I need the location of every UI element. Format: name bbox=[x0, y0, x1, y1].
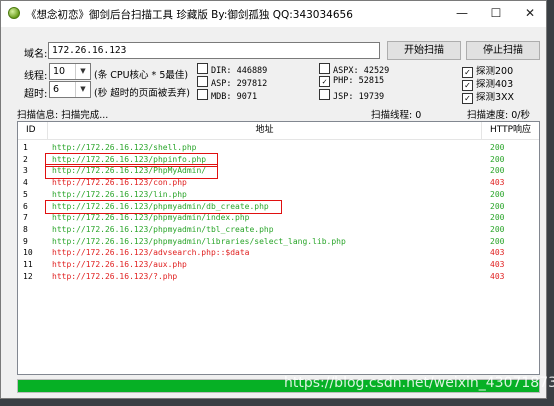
row-url: http://172.26.16.123/advsearch.php::$dat… bbox=[52, 248, 250, 258]
row-http-code: 200 bbox=[490, 213, 505, 223]
row-id: 8 bbox=[23, 224, 28, 234]
scan-threads: 扫描线程: 0 bbox=[371, 110, 422, 121]
row-url: http://172.26.16.123/phpmyadmin/index.ph… bbox=[52, 213, 250, 223]
dict-dir-checkbox[interactable]: DIR: 446889 bbox=[197, 63, 267, 76]
row-http-code: 403 bbox=[490, 260, 505, 269]
window-title: 《想念初恋》御剑后台扫描工具 珍藏版 By:御剑孤独 QQ:343034656 bbox=[26, 9, 353, 21]
row-id: 12 bbox=[23, 271, 33, 281]
threads-value: 10 bbox=[53, 66, 66, 77]
row-url: http://172.26.16.123/phpmyadmin/librarie… bbox=[52, 236, 346, 246]
threads-select[interactable]: 10 ▼ bbox=[49, 63, 91, 80]
row-id: 5 bbox=[23, 189, 28, 199]
column-header-http-response[interactable]: HTTP响应 bbox=[482, 122, 539, 139]
checkbox-box-asp bbox=[197, 76, 208, 87]
row-id: 2 bbox=[23, 154, 28, 164]
timeout-select[interactable]: 6 ▼ bbox=[49, 81, 91, 98]
dict-asp-checkbox[interactable]: ASP: 297812 bbox=[197, 76, 267, 89]
table-row[interactable]: 12 http://172.26.16.123/?.php 403 bbox=[18, 271, 539, 282]
title-bar: 《想念初恋》御剑后台扫描工具 珍藏版 By:御剑孤独 QQ:343034656 … bbox=[1, 1, 546, 27]
watermark-text: https://blog.csdn.net/weixin_43071873 bbox=[284, 375, 554, 391]
maximize-button[interactable]: ☐ bbox=[481, 3, 511, 23]
stop-scan-button[interactable]: 停止扫描 bbox=[466, 41, 540, 60]
scan-info: 扫描信息: 扫描完成... bbox=[17, 110, 109, 121]
table-row[interactable]: 10 http://172.26.16.123/advsearch.php::$d… bbox=[18, 247, 539, 258]
checkmark-icon: ✓ bbox=[462, 93, 473, 104]
row-http-code: 200 bbox=[490, 189, 505, 199]
results-table[interactable]: ID 地址 HTTP响应 1 http://172.26.16.123/shell… bbox=[17, 121, 540, 375]
row-http-code: 403 bbox=[490, 178, 505, 188]
checkbox-box-mdb bbox=[197, 89, 208, 100]
close-button[interactable]: ✕ bbox=[515, 3, 545, 23]
row-http-code: 200 bbox=[490, 224, 505, 234]
row-id: 1 bbox=[23, 143, 28, 152]
table-row[interactable]: 7 http://172.26.16.123/phpmyadmin/index.p… bbox=[18, 212, 539, 223]
row-http-code: 200 bbox=[490, 236, 505, 246]
table-row[interactable]: 5 http://172.26.16.123/lin.php 200 bbox=[18, 189, 539, 200]
scan-speed: 扫描速度: 0/秒 bbox=[467, 110, 530, 121]
domain-input[interactable]: 172.26.16.123 bbox=[48, 42, 380, 59]
table-row[interactable]: 4 http://172.26.16.123/con.php 403 bbox=[18, 177, 539, 188]
threads-hint: (条 CPU核心 * 5最佳) bbox=[94, 70, 189, 81]
timeout-label: 超时: bbox=[24, 89, 48, 100]
checkbox-box-dir bbox=[197, 63, 208, 74]
row-url: http://172.26.16.123/shell.php bbox=[52, 143, 197, 152]
row-http-code: 200 bbox=[490, 166, 505, 176]
timeout-hint: (秒 超时的页面被丢弃) bbox=[94, 88, 190, 99]
app-icon bbox=[8, 7, 20, 19]
row-id: 4 bbox=[23, 178, 28, 188]
probe-3xx-checkbox[interactable]: ✓ 探测3XX bbox=[462, 89, 514, 104]
table-row[interactable]: 11 http://172.26.16.123/aux.php 403 bbox=[18, 259, 539, 270]
row-url: http://172.26.16.123/aux.php bbox=[52, 260, 187, 269]
chevron-down-icon: ▼ bbox=[75, 64, 90, 79]
start-scan-button[interactable]: 开始扫描 bbox=[387, 41, 461, 60]
table-row[interactable]: 9 http://172.26.16.123/phpmyadmin/librari… bbox=[18, 236, 539, 247]
row-id: 9 bbox=[23, 236, 28, 246]
dict-php-checkbox[interactable]: ✓ PHP: 52815 bbox=[319, 76, 384, 87]
threads-label: 线程: bbox=[24, 71, 48, 82]
row-id: 6 bbox=[23, 201, 28, 211]
table-row[interactable]: 8 http://172.26.16.123/phpmyadmin/tbl_cre… bbox=[18, 224, 539, 235]
row-http-code: 200 bbox=[490, 201, 505, 211]
dict-mdb-checkbox[interactable]: MDB: 9071 bbox=[197, 89, 257, 102]
row-id: 11 bbox=[23, 260, 33, 269]
row-http-code: 200 bbox=[490, 154, 505, 164]
table-row[interactable]: 1 http://172.26.16.123/shell.php 200 bbox=[18, 142, 539, 153]
row-id: 3 bbox=[23, 166, 28, 176]
row-http-code: 403 bbox=[490, 271, 505, 281]
dict-jsp-checkbox[interactable]: JSP: 19739 bbox=[319, 89, 384, 102]
row-url: http://172.26.16.123/?.php bbox=[52, 271, 178, 281]
row-url: http://172.26.16.123/lin.php bbox=[52, 189, 187, 199]
row-http-code: 200 bbox=[490, 143, 505, 152]
minimize-button[interactable]: — bbox=[447, 3, 477, 23]
row-url: http://172.26.16.123/phpmyadmin/tbl_crea… bbox=[52, 224, 274, 234]
dict-aspx-checkbox[interactable]: ASPX: 42529 bbox=[319, 63, 389, 76]
scanner-window: 《想念初恋》御剑后台扫描工具 珍藏版 By:御剑孤独 QQ:343034656 … bbox=[0, 0, 554, 399]
row-id: 7 bbox=[23, 213, 28, 223]
row-http-code: 403 bbox=[490, 248, 505, 258]
column-header-id[interactable]: ID bbox=[18, 122, 48, 139]
row-id: 10 bbox=[23, 248, 33, 258]
chevron-down-icon: ▼ bbox=[75, 82, 90, 97]
checkbox-box-aspx bbox=[319, 63, 330, 74]
timeout-value: 6 bbox=[53, 84, 60, 95]
checkbox-box-jsp bbox=[319, 89, 330, 100]
table-header: ID 地址 HTTP响应 bbox=[18, 122, 539, 140]
row-url: http://172.26.16.123/con.php bbox=[52, 178, 187, 188]
checkmark-icon: ✓ bbox=[319, 76, 330, 87]
column-header-address[interactable]: 地址 bbox=[48, 122, 482, 139]
domain-label: 域名: bbox=[24, 49, 48, 60]
